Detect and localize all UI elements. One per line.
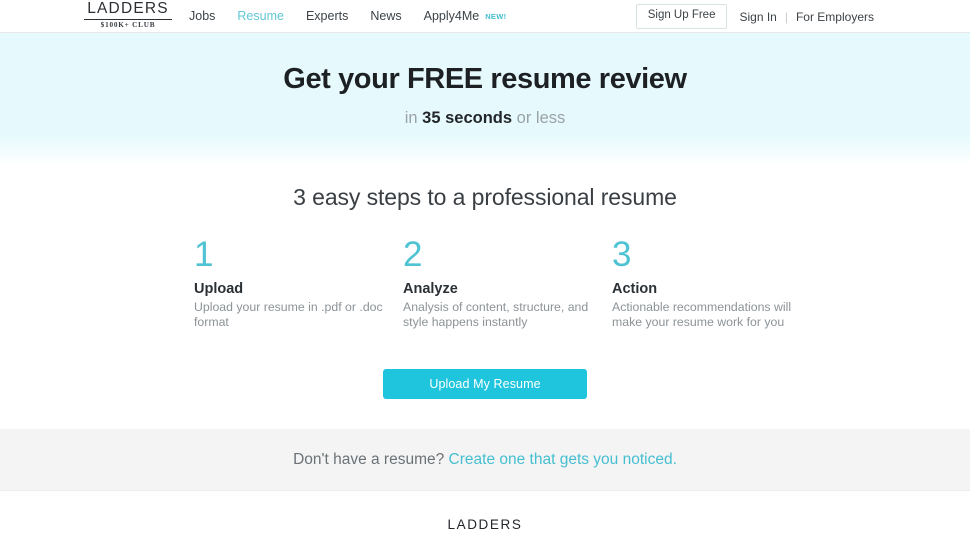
- nav-divider: |: [784, 9, 788, 24]
- nav-item-jobs[interactable]: Jobs: [178, 0, 226, 33]
- no-resume-band: Don't have a resume? Create one that get…: [0, 429, 970, 491]
- step-title: Analyze: [403, 281, 458, 297]
- hero-subtitle-highlight: 35 seconds: [422, 108, 513, 127]
- nav-item-apply4me[interactable]: Apply4Me: [413, 0, 486, 33]
- new-badge: NEW!: [485, 12, 507, 21]
- step-description: Analysis of content, structure, and styl…: [403, 300, 589, 329]
- hero-subtitle-prefix: in: [404, 108, 423, 127]
- hero-subtitle-suffix: or less: [512, 108, 566, 127]
- hero-section: Get your FREE resume review in 35 second…: [0, 33, 970, 164]
- hero-subtitle: in 35 seconds or less: [405, 109, 566, 128]
- step-title: Action: [612, 281, 658, 297]
- step-item-analyze: 2 Analyze Analysis of content, structure…: [403, 237, 612, 329]
- step-number: 3: [612, 235, 632, 274]
- cta-container: Upload My Resume: [0, 369, 970, 399]
- for-employers-link[interactable]: For Employers: [796, 10, 874, 24]
- logo-wordmark: LADDERS: [84, 1, 172, 20]
- step-description: Upload your resume in .pdf or .doc forma…: [194, 300, 383, 329]
- upload-my-resume-button[interactable]: Upload My Resume: [383, 369, 587, 399]
- steps-heading: 3 easy steps to a professional resume: [293, 184, 677, 210]
- primary-nav-links: Jobs Resume Experts News Apply4Me NEW!: [178, 0, 506, 33]
- logo-tagline: $100K+ CLUB: [100, 21, 156, 29]
- no-resume-text: Don't have a resume? Create one that get…: [293, 451, 677, 469]
- nav-item-experts[interactable]: Experts: [295, 0, 359, 33]
- site-logo[interactable]: LADDERS $100K+ CLUB: [84, 1, 172, 29]
- steps-list: 1 Upload Upload your resume in .pdf or .…: [90, 237, 880, 329]
- nav-item-apply4me-label: Apply4Me: [423, 9, 480, 23]
- sign-in-link[interactable]: Sign In: [739, 10, 776, 24]
- steps-section: 3 easy steps to a professional resume 1 …: [0, 164, 970, 399]
- step-item-upload: 1 Upload Upload your resume in .pdf or .…: [194, 237, 403, 329]
- step-number: 2: [403, 235, 423, 274]
- hero-title: Get your FREE resume review: [283, 63, 687, 95]
- footer-logo: LADDERS: [447, 517, 523, 532]
- sign-up-free-button[interactable]: Sign Up Free: [635, 4, 728, 29]
- step-title: Upload: [194, 281, 244, 297]
- nav-item-news[interactable]: News: [359, 0, 412, 33]
- no-resume-question: Don't have a resume?: [293, 450, 449, 468]
- step-description: Actionable recommendations will make you…: [612, 300, 792, 329]
- step-item-action: 3 Action Actionable recommendations will…: [612, 237, 821, 329]
- step-number: 1: [194, 235, 214, 274]
- nav-item-resume[interactable]: Resume: [226, 0, 295, 33]
- create-resume-link[interactable]: Create one that gets you noticed.: [449, 451, 677, 468]
- account-nav-links: Sign Up Free Sign In | For Employers: [635, 0, 874, 33]
- top-navigation-bar: LADDERS $100K+ CLUB Jobs Resume Experts …: [0, 0, 970, 33]
- footer-section: LADDERS: [0, 491, 970, 532]
